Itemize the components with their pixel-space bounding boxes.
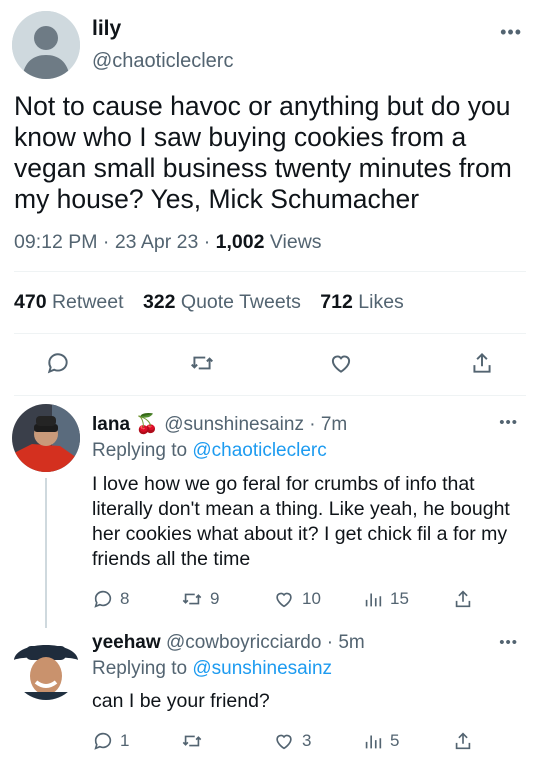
separator-dot: · bbox=[102, 231, 115, 253]
reply-button[interactable]: 8 bbox=[92, 588, 129, 610]
quotes-stat[interactable]: 322 Quote Tweets bbox=[143, 291, 301, 313]
retweet-button[interactable] bbox=[180, 730, 210, 752]
divider bbox=[14, 333, 526, 334]
separator-dot: · bbox=[326, 632, 334, 653]
reply-button[interactable]: 1 bbox=[92, 730, 129, 752]
retweet-icon bbox=[180, 730, 204, 752]
replying-handle-link[interactable]: @chaoticleclerc bbox=[192, 440, 326, 461]
likes-count: 712 bbox=[320, 291, 353, 313]
views-icon bbox=[362, 730, 384, 752]
replying-to: Replying to @chaoticleclerc bbox=[92, 440, 327, 462]
reply-text: I love how we go feral for crumbs of inf… bbox=[92, 473, 510, 570]
views-label: Views bbox=[269, 231, 322, 253]
reply-header: lana 🍒 @sunshinesainz · 7m bbox=[92, 412, 347, 436]
reply-icon bbox=[92, 588, 114, 610]
retweet-count: 9 bbox=[210, 589, 220, 608]
more-options-icon[interactable]: ••• bbox=[499, 414, 518, 431]
like-count: 3 bbox=[302, 731, 312, 750]
likes-stat[interactable]: 712 Likes bbox=[320, 291, 404, 313]
replying-label: Replying to bbox=[92, 440, 188, 461]
reply-author-name[interactable]: yeehaw bbox=[92, 632, 161, 653]
like-count: 10 bbox=[302, 589, 321, 608]
thread-line bbox=[45, 478, 47, 628]
quote-count: 322 bbox=[142, 291, 176, 313]
replying-handle-link[interactable]: @sunshinesainz bbox=[192, 658, 332, 679]
reply-icon bbox=[92, 730, 114, 752]
retweet-icon[interactable] bbox=[182, 345, 222, 381]
separator-dot: · bbox=[203, 231, 216, 253]
like-icon[interactable] bbox=[321, 345, 361, 381]
cherry-emoji: 🍒 bbox=[135, 414, 159, 435]
views-count: 5 bbox=[390, 731, 400, 750]
avatar-reply[interactable] bbox=[12, 404, 80, 472]
retweet-button[interactable]: 9 bbox=[180, 588, 219, 610]
divider bbox=[14, 395, 526, 396]
tweet-time[interactable]: 09:12 PM bbox=[14, 231, 97, 253]
author-handle[interactable]: @chaoticleclerc bbox=[92, 50, 233, 73]
more-options-icon[interactable]: ••• bbox=[499, 634, 518, 651]
like-icon bbox=[272, 588, 296, 610]
more-options-icon[interactable]: ••• bbox=[500, 22, 522, 43]
tweet-text: Not to cause havoc or anything but do yo… bbox=[14, 91, 512, 214]
like-button[interactable]: 3 bbox=[272, 730, 311, 752]
reply-icon[interactable] bbox=[38, 345, 78, 381]
share-icon[interactable] bbox=[462, 345, 502, 381]
tweet-stats: 470 Retweet 322 Quote Tweets 712 Likes bbox=[14, 291, 404, 314]
share-button[interactable] bbox=[452, 588, 474, 610]
share-button[interactable] bbox=[452, 730, 474, 752]
replying-to: Replying to @sunshinesainz bbox=[92, 658, 332, 680]
divider bbox=[14, 271, 526, 272]
quote-label: Quote Tweets bbox=[180, 291, 301, 313]
reply-time[interactable]: 5m bbox=[338, 632, 364, 653]
tweet-date[interactable]: 23 Apr 23 bbox=[115, 231, 198, 253]
reply-text: can I be your friend? bbox=[92, 690, 270, 712]
reply-author-handle[interactable]: @sunshinesainz bbox=[164, 414, 304, 435]
separator-dot: · bbox=[309, 414, 316, 435]
reply-author-name[interactable]: lana bbox=[92, 414, 130, 435]
views-icon bbox=[362, 588, 384, 610]
reply-author-handle[interactable]: @cowboyricciardo bbox=[166, 632, 322, 653]
reply-count: 8 bbox=[120, 589, 130, 608]
author-name[interactable]: lily bbox=[92, 17, 121, 41]
views-button[interactable]: 15 bbox=[362, 588, 409, 610]
views-count: 15 bbox=[390, 589, 409, 608]
views-button[interactable]: 5 bbox=[362, 730, 399, 752]
retweet-icon bbox=[180, 588, 204, 610]
retweet-label: Retweet bbox=[51, 291, 124, 313]
avatar-default[interactable] bbox=[12, 11, 80, 79]
like-icon bbox=[272, 730, 296, 752]
like-button[interactable]: 10 bbox=[272, 588, 321, 610]
likes-label: Likes bbox=[358, 291, 404, 313]
share-icon bbox=[452, 730, 474, 752]
tweet-meta: 09:12 PM · 23 Apr 23 · 1,002 Views bbox=[14, 231, 322, 254]
reply-count: 1 bbox=[120, 731, 130, 750]
reply-header: yeehaw @cowboyricciardo · 5m bbox=[92, 632, 365, 654]
retweet-count: 470 bbox=[14, 291, 47, 313]
views-count: 1,002 bbox=[215, 231, 265, 253]
retweets-stat[interactable]: 470 Retweet bbox=[14, 291, 124, 313]
replying-label: Replying to bbox=[92, 658, 188, 679]
reply-time[interactable]: 7m bbox=[321, 414, 347, 435]
avatar-reply[interactable] bbox=[12, 632, 80, 700]
share-icon bbox=[452, 588, 474, 610]
